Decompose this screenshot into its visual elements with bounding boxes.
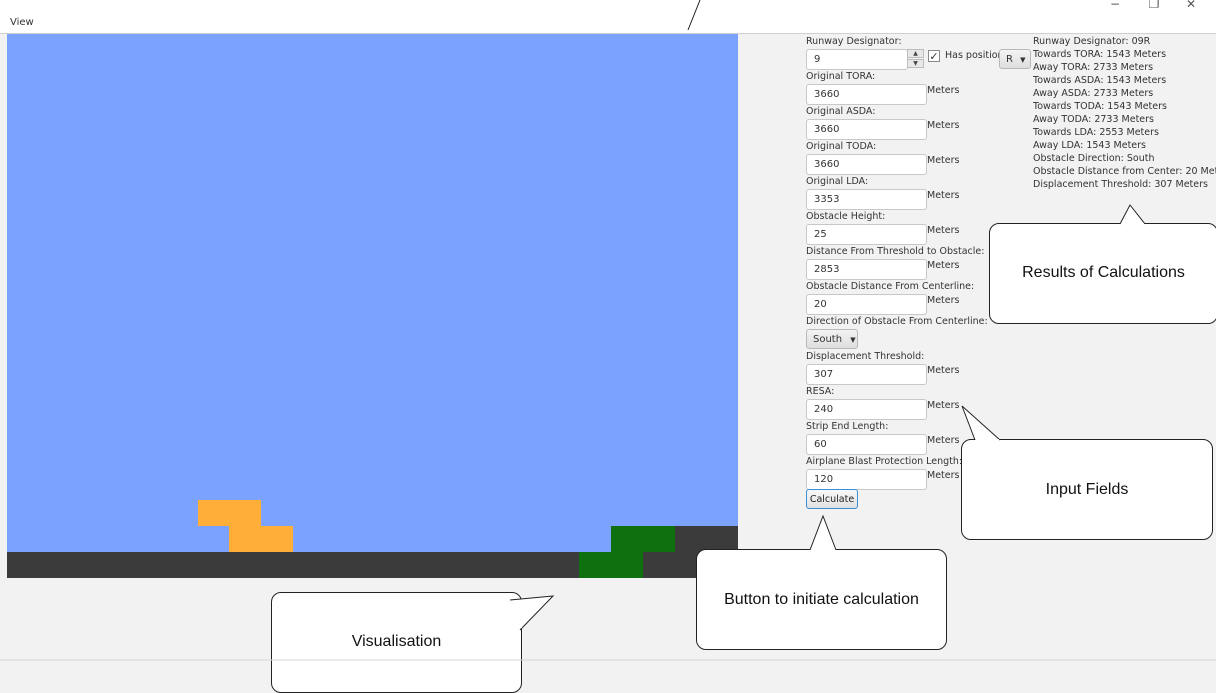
pointer-button (809, 514, 837, 551)
callout-pointers (0, 0, 1216, 661)
pointer-inputs (961, 405, 1001, 441)
pointer-titlebar (687, 0, 701, 31)
pointer-results (1119, 204, 1146, 225)
pointer-visualisation (509, 595, 555, 631)
